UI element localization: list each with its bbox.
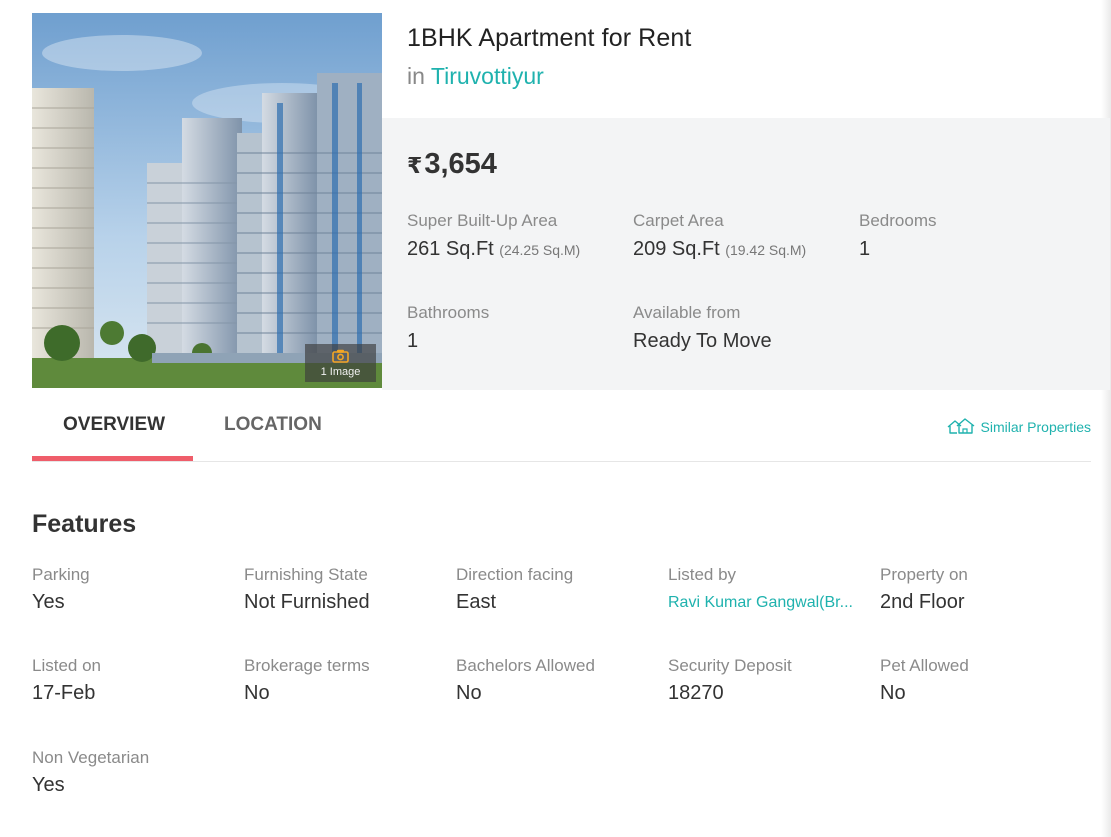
feature-label: Furnishing State [244,565,368,584]
similar-properties-link[interactable]: Similar Properties [947,418,1091,435]
spec-super-builtup-area: Super Built-Up Area 261 Sq.Ft (24.25 Sq.… [407,211,580,261]
spec-label: Carpet Area [633,211,724,230]
image-count-badge[interactable]: 1 Image [305,344,376,382]
feature-brokerage-terms: Brokerage terms No [244,656,444,705]
feature-label: Direction facing [456,565,574,584]
spec-available-from: Available from Ready To Move [633,303,772,353]
feature-value: No [244,682,270,704]
property-details-panel: ₹3,654 Super Built-Up Area 261 Sq.Ft (24… [382,118,1110,390]
listing-location-line: in Tiruvottiyur [407,63,544,90]
spec-value-main: 209 Sq.Ft [633,238,720,260]
spec-label: Bedrooms [859,211,937,230]
detail-tabs: OVERVIEW LOCATION Similar Properties [32,400,1091,462]
feature-non-vegetarian: Non Vegetarian Yes [32,748,232,797]
feature-value: 2nd Floor [880,591,965,613]
price-amount: 3,654 [424,148,497,180]
location-link[interactable]: Tiruvottiyur [431,63,544,89]
feature-parking: Parking Yes [32,565,232,614]
feature-security-deposit: Security Deposit 18270 [668,656,868,705]
similar-properties-label: Similar Properties [980,418,1091,435]
image-count-label: 1 Image [320,366,361,378]
active-tab-indicator [32,456,193,461]
spec-value-sub: (24.25 Sq.M) [499,242,581,258]
spec-value: 1 [407,330,419,352]
feature-label: Property on [880,565,968,584]
spec-value: 1 [859,238,871,260]
feature-label: Brokerage terms [244,656,370,675]
feature-value: No [880,682,906,704]
feature-furnishing-state: Furnishing State Not Furnished [244,565,444,614]
tab-overview[interactable]: OVERVIEW [63,414,165,436]
feature-value: Yes [32,774,65,796]
property-photo[interactable]: 1 Image [32,13,382,388]
feature-value: 18270 [668,682,724,704]
homes-outline-icon [947,418,974,434]
listed-by-link[interactable]: Ravi Kumar Gangwal(Br... [668,594,858,612]
feature-value: Yes [32,591,65,613]
feature-direction-facing: Direction facing East [456,565,656,614]
feature-property-on: Property on 2nd Floor [880,565,1080,614]
feature-pet-allowed: Pet Allowed No [880,656,1080,705]
tab-location[interactable]: LOCATION [224,414,322,436]
spec-value: 261 Sq.Ft (24.25 Sq.M) [407,238,580,261]
spec-label: Available from [633,303,741,322]
spec-carpet-area: Carpet Area 209 Sq.Ft (19.42 Sq.M) [633,211,806,261]
feature-value: East [456,591,497,613]
feature-listed-on: Listed on 17-Feb [32,656,232,705]
spec-value: 209 Sq.Ft (19.42 Sq.M) [633,238,806,261]
location-prefix: in [407,63,425,89]
feature-value: Not Furnished [244,591,370,613]
camera-icon [332,349,349,363]
feature-bachelors-allowed: Bachelors Allowed No [456,656,656,705]
spec-label: Bathrooms [407,303,490,322]
spec-label: Super Built-Up Area [407,211,558,230]
spec-value: Ready To Move [633,330,772,352]
feature-label: Security Deposit [668,656,792,675]
feature-label: Pet Allowed [880,656,969,675]
listing-title: 1BHK Apartment for Rent [407,24,692,52]
feature-listed-by: Listed by Ravi Kumar Gangwal(Br... [668,565,868,612]
feature-label: Parking [32,565,90,584]
property-photo-illustration [32,13,382,388]
feature-label: Listed by [668,565,737,584]
price: ₹3,654 [407,148,497,181]
feature-label: Listed on [32,656,101,675]
features-heading: Features [32,510,137,538]
feature-label: Bachelors Allowed [456,656,595,675]
spec-bedrooms: Bedrooms 1 [859,211,936,261]
rupee-symbol: ₹ [407,153,423,178]
feature-value: No [456,682,482,704]
feature-label: Non Vegetarian [32,748,150,767]
spec-value-sub: (19.42 Sq.M) [725,242,807,258]
feature-value: 17-Feb [32,682,96,704]
spec-bathrooms: Bathrooms 1 [407,303,489,353]
spec-value-main: 261 Sq.Ft [407,238,494,260]
